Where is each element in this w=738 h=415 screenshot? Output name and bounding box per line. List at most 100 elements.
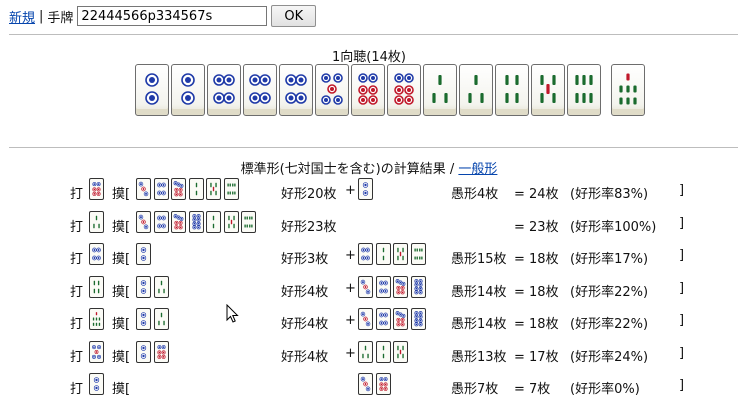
close-bracket: ] — [679, 378, 685, 393]
tile-3p — [136, 178, 151, 200]
shanten-label: 1向聴(14枚) — [332, 50, 406, 65]
tile-2p — [358, 178, 373, 200]
bad-shape-count: 愚形15枚 — [451, 252, 507, 267]
separator: | — [39, 8, 44, 24]
draw-label: 摸[ — [112, 382, 131, 397]
tile-4p — [375, 308, 391, 330]
tile-2p — [136, 243, 151, 265]
good-shape-count: 好形4枚 — [281, 284, 329, 300]
good-shape-rate: (好形率22%) — [570, 317, 649, 332]
draw-label: 摸[ — [112, 187, 131, 202]
tile-5s — [393, 243, 408, 265]
hand-tile-6p[interactable] — [387, 64, 421, 116]
total-count: = 17枚 — [514, 349, 559, 365]
hand-tile-4p[interactable] — [243, 64, 277, 116]
hand-label: 手牌 — [47, 10, 74, 26]
hand-tile-2p[interactable] — [135, 64, 169, 116]
tile-8s — [223, 178, 239, 200]
tile-6p — [89, 178, 104, 200]
hand-tile-4s[interactable] — [495, 64, 529, 116]
mouse-cursor-icon — [226, 304, 239, 323]
good-shape-count: 好形4枚 — [281, 349, 329, 365]
tile-3s — [89, 210, 104, 233]
tile-2p — [136, 308, 151, 330]
close-bracket: ] — [679, 280, 685, 296]
bad-shape-count: 愚形14枚 — [451, 317, 507, 332]
tile-2p — [136, 340, 151, 363]
tile-3p — [358, 275, 373, 298]
tile-5p — [89, 340, 104, 363]
tile-2p — [136, 275, 151, 298]
tile-2s — [375, 243, 391, 265]
total-count: = 24枚 — [514, 187, 559, 202]
result-row: 打 摸[好形20枚 + 愚形4枚 = 24枚 (好形率83%)] — [0, 176, 738, 204]
tile-2p — [89, 373, 104, 395]
discard-label: 打 — [70, 382, 84, 397]
good-shape-rate: (好形率24%) — [570, 349, 649, 365]
hand-tile-5s[interactable] — [531, 64, 565, 116]
new-link[interactable]: 新規 — [9, 7, 35, 26]
close-bracket: ] — [679, 183, 685, 198]
tile-8p — [410, 308, 426, 330]
total-count: = 18枚 — [514, 252, 559, 267]
hand-tile-3s[interactable] — [423, 64, 457, 116]
plus-sign: + — [345, 313, 356, 328]
hand-tile-4p[interactable] — [207, 64, 241, 116]
good-shape-rate: (好形率100%) — [570, 219, 657, 235]
divider-mid — [9, 147, 738, 148]
good-shape-count: 好形20枚 — [281, 187, 337, 202]
hand-tile-6s[interactable] — [567, 64, 601, 116]
tile-7p — [171, 178, 186, 200]
tile-3p — [136, 210, 151, 233]
tile-3s — [358, 340, 373, 363]
tile-8p — [410, 275, 426, 298]
tile-7p — [393, 275, 408, 298]
result-row: 打 摸[好形4枚 + 愚形14枚 = 18枚 (好形率22%)] — [0, 274, 738, 302]
tile-4s — [89, 275, 104, 298]
tile-6p — [375, 373, 391, 395]
draw-label: 摸[ — [112, 317, 131, 332]
discard-label: 打 — [70, 219, 84, 235]
tile-5s — [206, 178, 221, 200]
tile-2s — [188, 178, 204, 200]
plus-sign: + — [345, 345, 356, 361]
hand-tile-7s[interactable] — [611, 64, 645, 116]
hand-tile-4p[interactable] — [279, 64, 313, 116]
plus-sign: + — [345, 183, 356, 198]
hand-tile-5p[interactable] — [315, 64, 349, 116]
total-count: = 7枚 — [514, 382, 551, 397]
tile-6p — [153, 340, 169, 363]
tile-3p — [358, 373, 373, 395]
result-row: 打 摸[好形3枚 + 愚形15枚 = 18枚 (好形率17%)] — [0, 241, 738, 269]
discard-label: 打 — [70, 187, 84, 202]
close-bracket: ] — [679, 313, 685, 328]
good-shape-count: 好形4枚 — [281, 317, 329, 332]
hand-tiles — [135, 64, 647, 116]
discard-label: 打 — [70, 284, 84, 300]
tile-8s — [241, 210, 256, 233]
general-form-link[interactable]: 一般形 — [458, 162, 497, 177]
result-row: 打 摸[愚形7枚 = 7枚 (好形率0%)] — [0, 371, 738, 399]
hand-tile-3s[interactable] — [459, 64, 493, 116]
tile-5s — [393, 340, 408, 363]
close-bracket: ] — [679, 248, 685, 263]
tile-4p — [153, 178, 169, 200]
good-shape-rate: (好形率17%) — [570, 252, 649, 267]
tile-3s — [153, 275, 169, 298]
tile-2s — [206, 210, 221, 233]
tile-4p — [375, 275, 391, 298]
hand-input[interactable] — [77, 6, 268, 26]
good-shape-count: 好形23枚 — [281, 219, 337, 235]
good-shape-rate: (好形率0%) — [570, 382, 640, 397]
tile-5s — [223, 210, 239, 233]
hand-tile-2p[interactable] — [171, 64, 205, 116]
bad-shape-count: 愚形14枚 — [451, 284, 507, 300]
discard-label: 打 — [70, 349, 84, 365]
discard-label: 打 — [70, 252, 84, 267]
bad-shape-count: 愚形4枚 — [451, 187, 499, 202]
draw-label: 摸[ — [112, 219, 131, 235]
ok-button[interactable]: OK — [271, 5, 317, 27]
close-bracket: ] — [679, 215, 685, 231]
tile-4p — [89, 243, 104, 265]
hand-tile-6p[interactable] — [351, 64, 385, 116]
